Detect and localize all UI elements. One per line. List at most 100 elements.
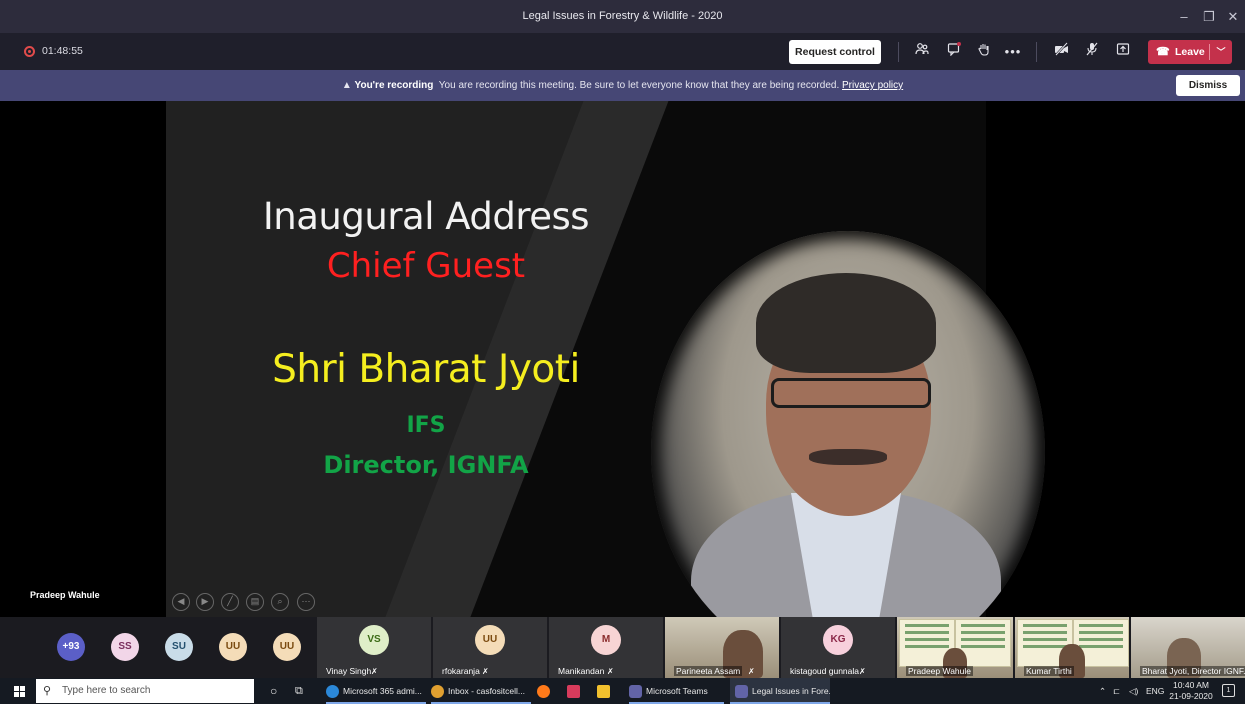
close-button[interactable]: ✕ [1220,0,1245,33]
participant-tile[interactable]: M Manikandan ✗ [549,617,663,678]
taskbar-app-label: Legal Issues in Fore... [752,686,830,696]
raise-hand-icon[interactable] [973,40,995,64]
share-icon[interactable] [1112,40,1134,64]
zoom-icon[interactable]: ⌕ [271,593,289,611]
leave-button[interactable]: ☎ Leave ﹀ [1148,40,1232,64]
participant-avatar: UU [475,625,505,655]
taskbar-app-button[interactable]: Microsoft Teams [629,678,724,704]
participant-tile[interactable]: VS Vinay Singh ✗ [317,617,431,678]
guest-name: Shri Bharat Jyoti [272,347,580,392]
taskbar-app-label: Microsoft 365 admi... [343,686,422,696]
more-options-icon[interactable]: ⋯ [297,593,315,611]
teams-icon [629,685,642,699]
recording-title: You're recording [354,80,434,91]
participant-avatar: KG [823,625,853,655]
pen-icon[interactable]: ╱ [221,593,239,611]
guest-service: IFS [406,413,446,438]
file-explorer-icon [597,685,610,699]
mic-off-icon: ✗ [748,667,755,676]
mic-off-icon: ✗ [482,667,489,676]
title-bar: Legal Issues in Forestry & Wildlife - 20… [0,0,1245,33]
search-placeholder: Type here to search [62,685,151,696]
participant-name: Bharat Jyoti, Director IGNF... [1140,666,1245,676]
camera-off-icon[interactable] [1050,40,1072,64]
participant-name: Pradeep Wahule [906,666,974,676]
recording-message: ▲ You're recording You are recording thi… [0,70,1245,101]
taskbar-app-label: Microsoft Teams [646,686,708,696]
guest-designation: Director, IGNFA [323,451,529,479]
dismiss-button[interactable]: Dismiss [1176,75,1240,96]
taskbar-app-button[interactable] [537,678,557,704]
participant-avatar[interactable]: UU [219,633,247,661]
restore-button[interactable]: ❐ [1196,0,1222,33]
photos-icon [567,685,580,699]
participant-name: Manikandan [558,666,605,676]
shared-content-stage: Inaugural Address Chief Guest Shri Bhara… [0,101,1245,617]
participant-tile[interactable]: KG kistagoud gunnala ✗ [781,617,895,678]
minimize-button[interactable]: – [1171,0,1197,33]
previous-slide-icon[interactable]: ◀ [172,593,190,611]
toolbar-divider [1036,42,1037,62]
system-clock[interactable]: 10:40 AM 21-09-2020 [1165,680,1217,702]
chevron-down-icon[interactable]: ﹀ [1210,40,1232,64]
participant-avatar[interactable]: UU [273,633,301,661]
teams-icon [735,685,748,699]
volume-icon[interactable]: ◁) [1129,678,1138,704]
mic-off-icon[interactable] [1081,40,1103,64]
request-control-button[interactable]: Request control [789,40,881,64]
recording-banner: ▲ You're recording You are recording thi… [0,70,1245,101]
participant-avatar: VS [359,625,389,655]
windows-taskbar: ⚲ Type here to search ○ ⧉ Microsoft 365 … [0,678,1245,704]
participant-avatar[interactable]: SS [111,633,139,661]
clock-date: 21-09-2020 [1169,691,1213,701]
privacy-policy-link[interactable]: Privacy policy [842,80,903,91]
windows-start-icon[interactable] [14,686,25,697]
participant-name: kistagoud gunnala [790,666,860,676]
taskbar-search[interactable]: ⚲ Type here to search [36,679,254,703]
recording-icon [24,46,35,57]
mic-off-icon: ✗ [859,667,866,676]
participant-tile[interactable]: UU rfokaranja ✗ [433,617,547,678]
taskbar-app-button[interactable]: Legal Issues in Fore... [730,678,830,704]
participant-video-tile[interactable]: Bharat Jyoti, Director IGNF... [1131,617,1245,678]
notification-icon[interactable]: 1 [1222,684,1235,697]
participant-name: Kumar Tirthi [1024,666,1074,676]
clock-time: 10:40 AM [1173,680,1209,690]
network-icon[interactable]: ⊏ [1113,678,1120,704]
taskbar-app-button[interactable]: Inbox - casfositcell... [431,678,531,704]
mic-off-icon: ✗ [371,667,378,676]
warning-icon: ▲ [341,80,352,91]
recording-text: You are recording this meeting. Be sure … [438,80,840,91]
window-title: Legal Issues in Forestry & Wildlife - 20… [522,10,723,22]
participant-name: Parineeta Assam [674,666,743,676]
chat-icon[interactable] [943,40,965,64]
taskbar-app-button[interactable]: Microsoft 365 admi... [326,678,426,704]
participant-avatar[interactable]: SU [165,633,193,661]
language-indicator[interactable]: ENG [1146,678,1164,704]
meeting-toolbar: 01:48:55 Request control ••• ☎ Leave ﹀ [0,33,1245,70]
show-hidden-icons-icon[interactable]: ⌃ [1099,678,1106,704]
cortana-icon[interactable]: ○ [270,678,277,704]
participant-roster: +93 SS SU UU UU VS Vinay Singh ✗ UU rfok… [0,617,1245,678]
phone-hangup-icon: ☎ [1156,46,1170,58]
mic-off-icon: ✗ [607,667,614,676]
slide-heading: Inaugural Address [262,195,590,238]
taskbar-app-button[interactable] [597,678,617,704]
task-view-icon[interactable]: ⧉ [295,678,303,704]
taskbar-app-button[interactable] [567,678,587,704]
toolbar-divider [898,42,899,62]
participant-video-tile[interactable]: Kumar Tirthi [1015,617,1129,678]
presenter-name: Pradeep Wahule [30,590,100,600]
chrome-icon [431,685,444,699]
meeting-timer: 01:48:55 [42,45,83,57]
slide-subheading: Chief Guest [326,246,526,286]
overflow-count-badge[interactable]: +93 [57,633,85,661]
more-icon[interactable]: ••• [1002,40,1024,64]
people-icon[interactable] [911,40,933,64]
participant-video-tile[interactable]: Parineeta Assam ✗ [665,617,779,678]
slides-icon[interactable]: ▤ [246,593,264,611]
participant-name: Vinay Singh [326,666,372,676]
next-slide-icon[interactable]: ▶ [196,593,214,611]
firefox-icon [537,685,550,699]
participant-video-tile[interactable]: Pradeep Wahule [897,617,1013,678]
